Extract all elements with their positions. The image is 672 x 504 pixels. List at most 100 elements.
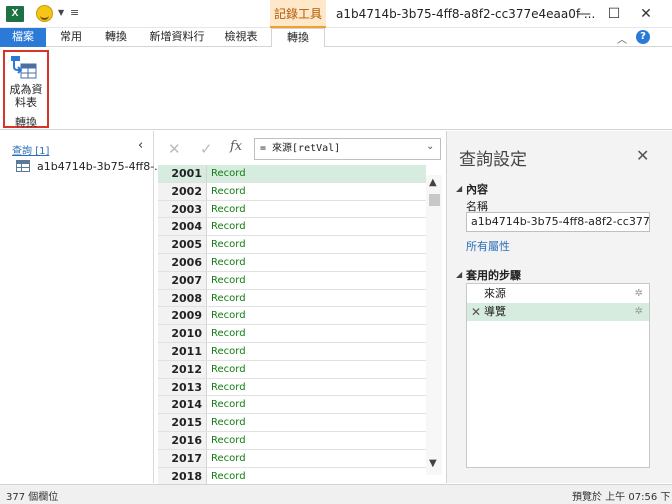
- vertical-scrollbar[interactable]: [426, 175, 442, 475]
- confirm-formula-icon[interactable]: ✓: [200, 140, 213, 158]
- row-number[interactable]: 2001: [158, 165, 207, 182]
- step-source[interactable]: 來源 ✲: [467, 285, 649, 303]
- row-number[interactable]: 2016: [158, 432, 207, 449]
- record-link[interactable]: Record: [207, 361, 426, 378]
- queries-header: 查詢 [1]: [12, 146, 50, 157]
- table-row[interactable]: 2006 Record: [158, 254, 426, 272]
- record-link[interactable]: Record: [207, 325, 426, 342]
- chevron-down-icon[interactable]: ⌄: [426, 141, 434, 152]
- tab-transform[interactable]: 轉換: [96, 28, 136, 47]
- record-link[interactable]: Record: [207, 379, 426, 396]
- table-row[interactable]: 2004 Record: [158, 218, 426, 237]
- table-row[interactable]: 2018 Record: [158, 467, 426, 485]
- table-row[interactable]: 2009 Record: [158, 307, 426, 326]
- collapse-ribbon-icon[interactable]: ︿: [617, 31, 627, 46]
- record-link[interactable]: Record: [207, 218, 426, 235]
- section-collapse-icon[interactable]: ◢: [456, 270, 462, 279]
- column-count: 377 個欄位: [6, 492, 59, 503]
- record-link[interactable]: Record: [207, 254, 426, 271]
- delete-step-icon[interactable]: ✕: [471, 303, 481, 321]
- row-number[interactable]: 2007: [158, 271, 207, 289]
- section-collapse-icon[interactable]: ◢: [456, 184, 462, 193]
- table-row[interactable]: 2001 Record: [158, 165, 426, 183]
- gear-icon[interactable]: ✲: [635, 303, 643, 321]
- record-link[interactable]: Record: [207, 396, 426, 413]
- record-link[interactable]: Record: [207, 290, 426, 307]
- tab-home[interactable]: 常用: [52, 28, 90, 47]
- tab-add-column[interactable]: 新增資料行: [142, 28, 212, 47]
- all-properties-link[interactable]: 所有屬性: [466, 238, 510, 254]
- table-row[interactable]: 2008 Record: [158, 289, 426, 308]
- ribbon-tab-row: 檔案 常用 轉換 新增資料行 檢視表 轉換: [0, 28, 672, 48]
- row-number[interactable]: 2010: [158, 325, 207, 342]
- tab-file[interactable]: 檔案: [0, 28, 46, 47]
- cancel-formula-icon[interactable]: ✕: [168, 140, 181, 158]
- row-number[interactable]: 2004: [158, 218, 207, 236]
- convert-to-table-icon[interactable]: [10, 55, 38, 81]
- scroll-up-icon[interactable]: ▲: [429, 177, 437, 188]
- query-name-field[interactable]: a1b4714b-3b75-4ff8-a8f2-cc377e4eaa0f: [466, 212, 650, 232]
- row-number[interactable]: 2005: [158, 236, 207, 253]
- row-number[interactable]: 2009: [158, 307, 207, 325]
- scroll-down-icon[interactable]: ▼: [429, 458, 437, 469]
- table-row[interactable]: 2014 Record: [158, 396, 426, 415]
- record-link[interactable]: Record: [207, 414, 426, 431]
- fx-icon[interactable]: fx: [230, 139, 242, 154]
- help-icon[interactable]: ?: [636, 30, 650, 44]
- row-number[interactable]: 2003: [158, 200, 207, 218]
- collapse-queries-icon[interactable]: ‹: [138, 138, 143, 153]
- record-link[interactable]: Record: [207, 183, 426, 200]
- table-row[interactable]: 2002 Record: [158, 182, 426, 201]
- queries-pane: [0, 131, 154, 483]
- row-number[interactable]: 2013: [158, 378, 207, 396]
- row-number[interactable]: 2017: [158, 449, 207, 467]
- record-link[interactable]: Record: [207, 432, 426, 449]
- row-number[interactable]: 2011: [158, 343, 207, 360]
- scroll-thumb[interactable]: [429, 194, 440, 206]
- table-row[interactable]: 2013 Record: [158, 378, 426, 397]
- table-row[interactable]: 2016 Record: [158, 432, 426, 450]
- formula-input[interactable]: = 來源[retVal]: [254, 138, 441, 160]
- query-settings-title: 查詢設定: [459, 150, 527, 170]
- smiley-feedback-icon[interactable]: [36, 5, 53, 22]
- maximize-button[interactable]: ☐: [602, 4, 626, 24]
- row-number[interactable]: 2006: [158, 254, 207, 271]
- gear-icon[interactable]: ✲: [635, 285, 643, 303]
- row-number[interactable]: 2015: [158, 414, 207, 431]
- minimize-button[interactable]: —: [572, 4, 596, 24]
- step-navigation[interactable]: ✕ 導覽 ✲: [467, 303, 649, 321]
- row-number[interactable]: 2002: [158, 182, 207, 200]
- preview-timestamp: 預覽於 上午 07:56 下載: [572, 492, 671, 503]
- close-icon[interactable]: ✕: [636, 146, 649, 165]
- table-row[interactable]: 2012 Record: [158, 360, 426, 379]
- record-link[interactable]: Record: [207, 468, 426, 485]
- record-link[interactable]: Record: [207, 343, 426, 360]
- record-link[interactable]: Record: [207, 272, 426, 289]
- table-row[interactable]: 2007 Record: [158, 271, 426, 290]
- excel-icon: X: [6, 6, 24, 22]
- query-name[interactable]: a1b4714b-3b75-4ff8-...: [37, 160, 165, 173]
- record-link[interactable]: Record: [207, 450, 426, 467]
- row-number[interactable]: 2014: [158, 396, 207, 414]
- convert-to-table-button[interactable]: 成為資 料表: [4, 83, 48, 109]
- table-row[interactable]: 2011 Record: [158, 343, 426, 361]
- record-link[interactable]: Record: [207, 236, 426, 253]
- tab-view[interactable]: 檢視表: [218, 28, 264, 47]
- table-row[interactable]: 2005 Record: [158, 236, 426, 254]
- tab-record-transform[interactable]: 轉換: [271, 28, 325, 48]
- customize-toolbar-icon[interactable]: ≡: [70, 6, 79, 19]
- table-row[interactable]: 2015 Record: [158, 414, 426, 432]
- convert-label-line2: 料表: [15, 96, 37, 109]
- table-row[interactable]: 2010 Record: [158, 325, 426, 343]
- row-number[interactable]: 2012: [158, 360, 207, 378]
- chevron-down-icon[interactable]: ▼: [58, 8, 64, 17]
- record-link[interactable]: Record: [207, 307, 426, 324]
- record-link[interactable]: Record: [207, 165, 426, 182]
- close-window-button[interactable]: ✕: [634, 4, 658, 24]
- row-number[interactable]: 2018: [158, 467, 207, 485]
- table-row[interactable]: 2017 Record: [158, 449, 426, 468]
- row-number[interactable]: 2008: [158, 289, 207, 307]
- table-row[interactable]: 2003 Record: [158, 200, 426, 219]
- record-link[interactable]: Record: [207, 201, 426, 218]
- ribbon-group-label: 轉換: [15, 116, 37, 129]
